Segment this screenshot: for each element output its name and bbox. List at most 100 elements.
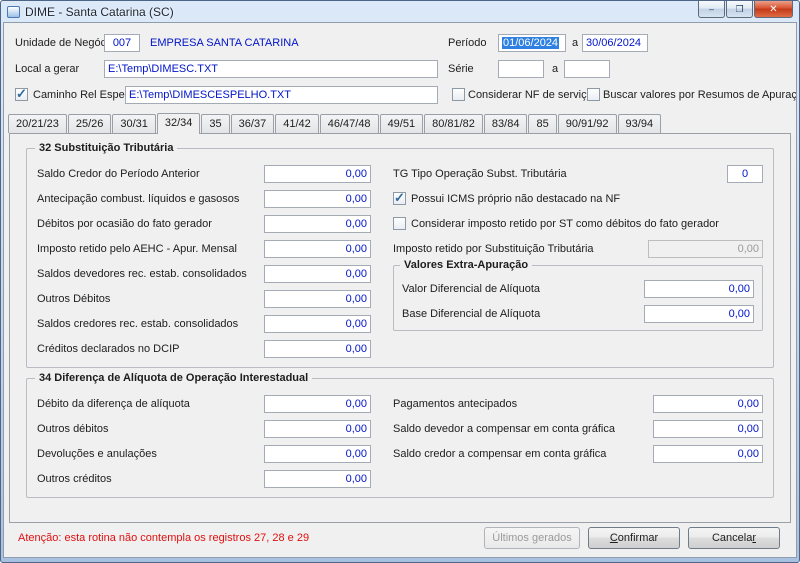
group-title: 32 Substituição Tributária [35,142,178,154]
possui-icms-proprio-label: Possui ICMS próprio não destacado na NF [411,192,621,205]
field-label: Saldos devedores rec. estab. consolidado… [37,267,247,280]
saldo-credor-periodo-anterior-input[interactable] [264,164,371,183]
antecipacao-combust-input[interactable] [264,189,371,208]
considerar-nf-servico-checkbox[interactable]: ✓ [452,88,465,101]
considerar-imposto-st-checkbox[interactable]: ✓ [393,217,406,230]
group-32-right-column: TG Tipo Operação Subst. Tributária ✓ Pos… [393,161,763,361]
dialog-window: DIME - Santa Catarina (SC) – ❐ ✕ Unidade… [0,0,800,563]
checkbox-row: ✓ Possui ICMS próprio não destacado na N… [393,186,763,211]
close-icon: ✕ [769,3,778,15]
field-row: Devoluções e anulações [37,441,371,466]
tab-41-42[interactable]: 41/42 [275,114,319,133]
imposto-retido-aehc-input[interactable] [264,239,371,258]
field-label: Saldo Credor do Período Anterior [37,167,200,180]
devolucoes-anulacoes-input[interactable] [264,444,371,463]
field-label: Valor Diferencial de Alíquota [402,282,540,295]
group-34-right-column: Pagamentos antecipados Saldo devedor a c… [393,391,763,491]
field-row: Pagamentos antecipados [393,391,763,416]
field-row: Débitos por ocasião do fato gerador [37,211,371,236]
field-row: Saldo credor a compensar em conta gráfic… [393,441,763,466]
caminho-rel-espelho-checkbox[interactable]: ✓ [15,86,28,101]
cancelar-button[interactable]: Cancelar [688,527,780,549]
field-row: Saldos credores rec. estab. consolidados [37,311,371,336]
group-34-diferenca-aliquota: 34 Diferença de Alíquota de Operação Int… [26,372,774,498]
app-icon [7,5,20,18]
debito-diferenca-aliquota-input[interactable] [264,394,371,413]
tab-strip: 20/21/23 25/26 30/31 32/34 35 36/37 41/4… [4,111,796,134]
field-row: Imposto retido por Substituição Tributár… [393,236,763,261]
field-row: Créditos declarados no DCIP [37,336,371,361]
saldo-devedor-conta-grafica-input[interactable] [653,419,763,438]
tab-90-91-92[interactable]: 90/91/92 [557,114,617,133]
footer-bar: Atenção: esta rotina não contempla os re… [4,523,796,557]
field-row: Débito da diferença de alíquota [37,391,371,416]
periodo-start-input[interactable]: 01/06/2024 [498,34,566,52]
tab-85[interactable]: 85 [528,114,557,133]
cancelar-accel: r [752,532,757,544]
imposto-retido-st-input [648,239,763,258]
tab-80-81-82[interactable]: 80/81/82 [424,114,483,133]
window-title: DIME - Santa Catarina (SC) [25,4,174,19]
caminho-rel-espelho-input[interactable] [125,86,438,104]
field-row: Outros Débitos [37,286,371,311]
debitos-fato-gerador-input[interactable] [264,214,371,233]
tab-83-84[interactable]: 83/84 [483,114,528,133]
maximize-icon: ❐ [735,3,744,14]
field-label: Imposto retido por Substituição Tributár… [393,242,594,255]
tab-46-47-48[interactable]: 46/47/48 [319,114,379,133]
serie-start-input[interactable] [498,60,544,78]
warning-text: Atenção: esta rotina não contempla os re… [18,532,310,544]
minimize-icon: – [708,4,714,14]
confirmar-accel: C [609,532,618,544]
serie-separator: a [552,63,559,75]
group-title: 34 Diferença de Alíquota de Operação Int… [35,372,313,384]
outros-debitos-34-input[interactable] [264,419,371,438]
valor-diferencial-aliquota-input[interactable] [644,279,754,298]
confirmar-button[interactable]: Confirmar [588,527,680,549]
periodo-end-input[interactable] [582,34,648,52]
buscar-resumos-checkbox[interactable]: ✓ [587,88,600,101]
maximize-button[interactable]: ❐ [726,1,753,18]
tab-93-94[interactable]: 93/94 [617,114,662,133]
cancelar-pre: Cancela [711,532,753,544]
outros-debitos-input[interactable] [264,289,371,308]
checkbox-row: ✓ Considerar imposto retido por ST como … [393,211,763,236]
saldo-credor-conta-grafica-input[interactable] [653,444,763,463]
unidade-negocio-input[interactable] [104,34,140,52]
field-row: Outros débitos [37,416,371,441]
local-a-gerar-label: Local a gerar [15,63,80,75]
ultimos-gerados-button[interactable]: Últimos gerados [484,527,580,549]
creditos-dcip-input[interactable] [264,339,371,358]
local-a-gerar-input[interactable] [104,60,438,78]
field-row: Base Diferencial de Alíquota [402,301,754,326]
serie-end-input[interactable] [564,60,610,78]
tg-tipo-operacao-input[interactable] [727,164,763,183]
serie-label: Série [448,63,474,75]
base-diferencial-aliquota-input[interactable] [644,304,754,323]
field-label: Créditos declarados no DCIP [37,342,180,355]
field-row: Valor Diferencial de Alíquota [402,276,754,301]
pagamentos-antecipados-input[interactable] [653,394,763,413]
minimize-button[interactable]: – [698,1,725,18]
field-row: Antecipação combust. líquidos e gasosos [37,186,371,211]
possui-icms-proprio-checkbox[interactable]: ✓ [393,190,406,205]
tab-25-26[interactable]: 25/26 [67,114,112,133]
field-label: Saldo credor a compensar em conta gráfic… [393,447,607,460]
confirmar-rest: onfirmar [617,532,659,544]
field-label: Outros Débitos [37,292,111,305]
saldos-devedores-consolidados-input[interactable] [264,264,371,283]
empresa-name: EMPRESA SANTA CATARINA [150,37,299,49]
tab-36-37[interactable]: 36/37 [230,114,275,133]
title-bar[interactable]: DIME - Santa Catarina (SC) – ❐ ✕ [3,1,797,22]
tab-32-34[interactable]: 32/34 [156,113,201,134]
tab-20-21-23[interactable]: 20/21/23 [8,114,67,133]
tab-30-31[interactable]: 30/31 [112,114,156,133]
tab-49-51[interactable]: 49/51 [379,114,424,133]
group-32-left-column: Saldo Credor do Período Anterior Antecip… [37,161,371,361]
outros-creditos-input[interactable] [264,469,371,488]
dialog-client-area: Unidade de Negócio EMPRESA SANTA CATARIN… [3,22,797,558]
saldos-credores-consolidados-input[interactable] [264,314,371,333]
close-button[interactable]: ✕ [754,1,793,18]
considerar-imposto-st-label: Considerar imposto retido por ST como dé… [411,217,719,230]
tab-35[interactable]: 35 [201,114,230,133]
